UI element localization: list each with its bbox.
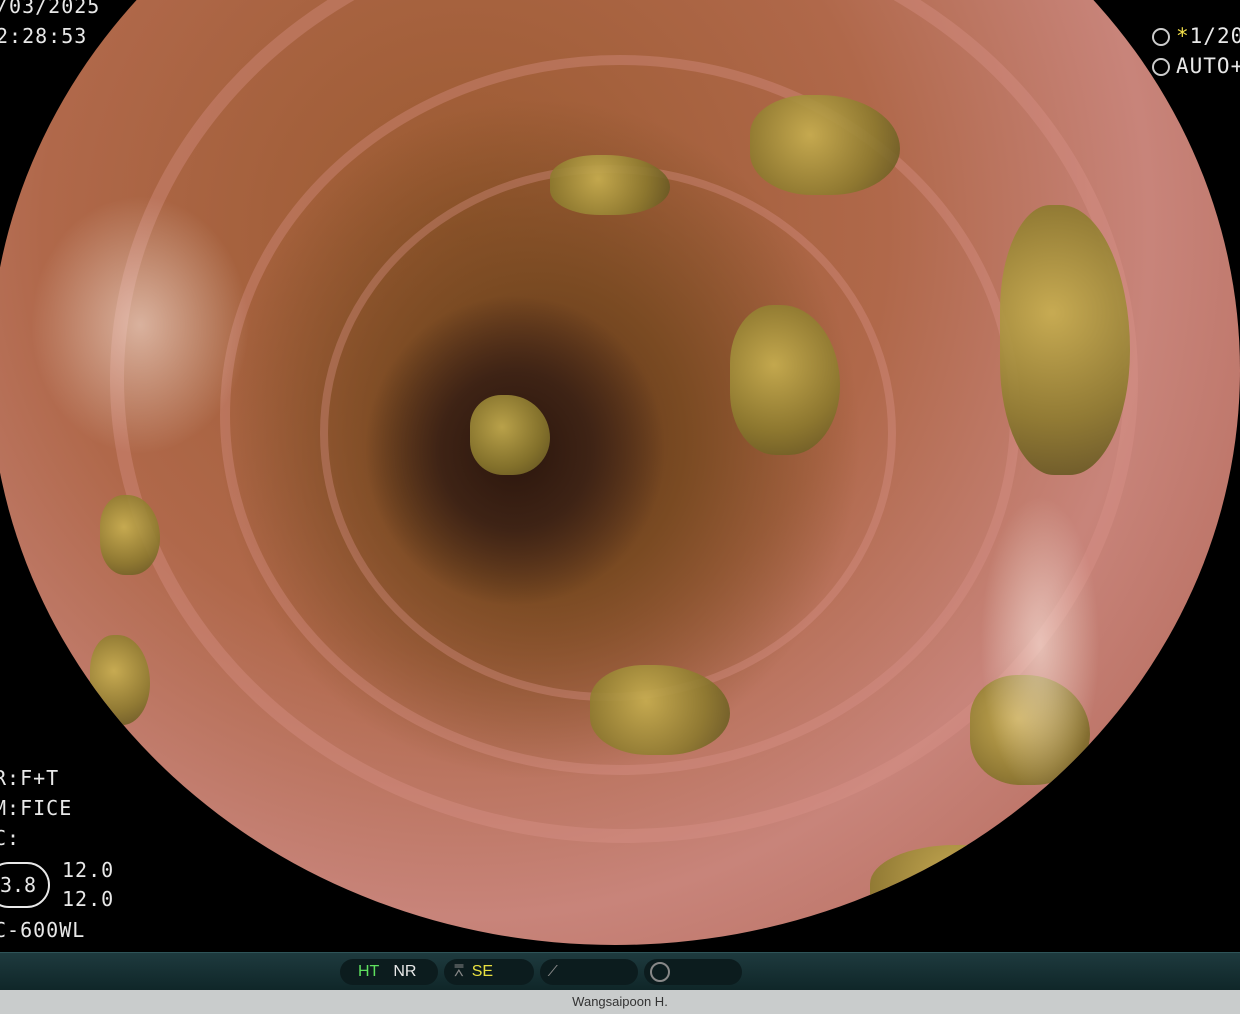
value-1: 12.0 — [62, 858, 115, 882]
iris-value: AUTO+ — [1176, 54, 1240, 78]
enhance-icon: ⩞ — [454, 963, 464, 980]
status-bar: HT NR ⩞ SE ∕ — [0, 952, 1240, 991]
date-readout: /03/2025 — [0, 0, 101, 18]
iris-icon — [1152, 58, 1170, 76]
nr-label: NR — [393, 963, 417, 980]
se-label: SE — [471, 963, 494, 980]
residue — [870, 845, 1090, 945]
mode-m: M:FICE — [0, 796, 73, 820]
residue — [90, 635, 150, 725]
ht-label: HT — [358, 963, 380, 980]
shutter-readout: *1/20 — [1152, 24, 1240, 48]
asterisk-icon: * — [1176, 24, 1190, 48]
value-2: 12.0 — [62, 887, 115, 911]
light-glare — [980, 495, 1100, 795]
residue — [1000, 205, 1130, 475]
shutter-value: 1/20 — [1189, 24, 1240, 48]
record-pill — [644, 959, 742, 985]
residue — [100, 495, 160, 575]
waveform-icon — [650, 961, 670, 982]
residue — [750, 95, 900, 195]
residue — [470, 395, 550, 475]
operator-footer: Wangsaipoon H. — [0, 990, 1240, 1014]
ht-nr-pill: HT NR — [340, 959, 438, 985]
scope-model: C-600WL — [0, 918, 86, 942]
residue — [730, 305, 840, 455]
iris-readout: AUTO+ — [1152, 54, 1240, 78]
shutter-icon — [1152, 28, 1170, 46]
endoscope-image — [0, 0, 1240, 945]
residue — [550, 155, 670, 215]
time-readout: 2:28:53 — [0, 24, 88, 48]
oval-value-badge: 3.8 — [0, 862, 50, 908]
residue — [590, 665, 730, 755]
blank-pill: ∕ — [540, 959, 638, 985]
light-glare — [30, 195, 250, 455]
mode-r: R:F+T — [0, 766, 60, 790]
curve-icon: ∕ — [552, 963, 555, 980]
se-pill: ⩞ SE — [444, 959, 534, 985]
mode-c: C: — [0, 826, 21, 850]
